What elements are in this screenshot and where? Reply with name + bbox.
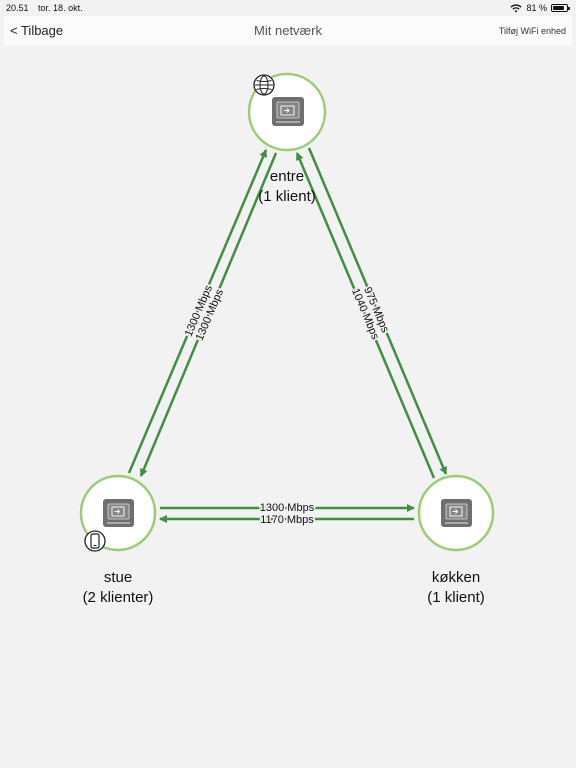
phone-icon <box>84 530 106 552</box>
link-stue-kokken: 1300 Mbps 1170 Mbps <box>159 500 415 527</box>
router-icon <box>103 499 134 527</box>
node-name-stue: stue <box>103 569 133 586</box>
node-stue[interactable] <box>79 474 157 552</box>
node-label-kokken: køkken (1 klient) <box>376 568 536 608</box>
network-diagram: 1300 Mbps 1300 Mbps 975 Mbps 1040 Mbps 1… <box>79 72 495 552</box>
node-clients-kokken: (1 klient) <box>427 589 485 606</box>
node-name-kokken: køkken <box>431 569 481 586</box>
node-clients-stue: (2 klienter) <box>82 589 154 606</box>
node-clients-entre: (1 klient) <box>258 188 316 205</box>
node-entre[interactable] <box>247 72 327 152</box>
link-speed-stue-kokken-b: 1170 Mbps <box>260 514 314 526</box>
router-icon <box>441 499 472 527</box>
globe-icon <box>253 74 275 96</box>
node-kokken[interactable] <box>417 474 495 552</box>
node-label-stue: stue (2 klienter) <box>38 568 198 608</box>
node-label-entre: entre (1 klient) <box>207 167 367 207</box>
node-name-entre: entre <box>269 168 305 185</box>
link-speed-stue-kokken-a: 1300 Mbps <box>260 502 315 514</box>
router-icon <box>272 97 304 126</box>
